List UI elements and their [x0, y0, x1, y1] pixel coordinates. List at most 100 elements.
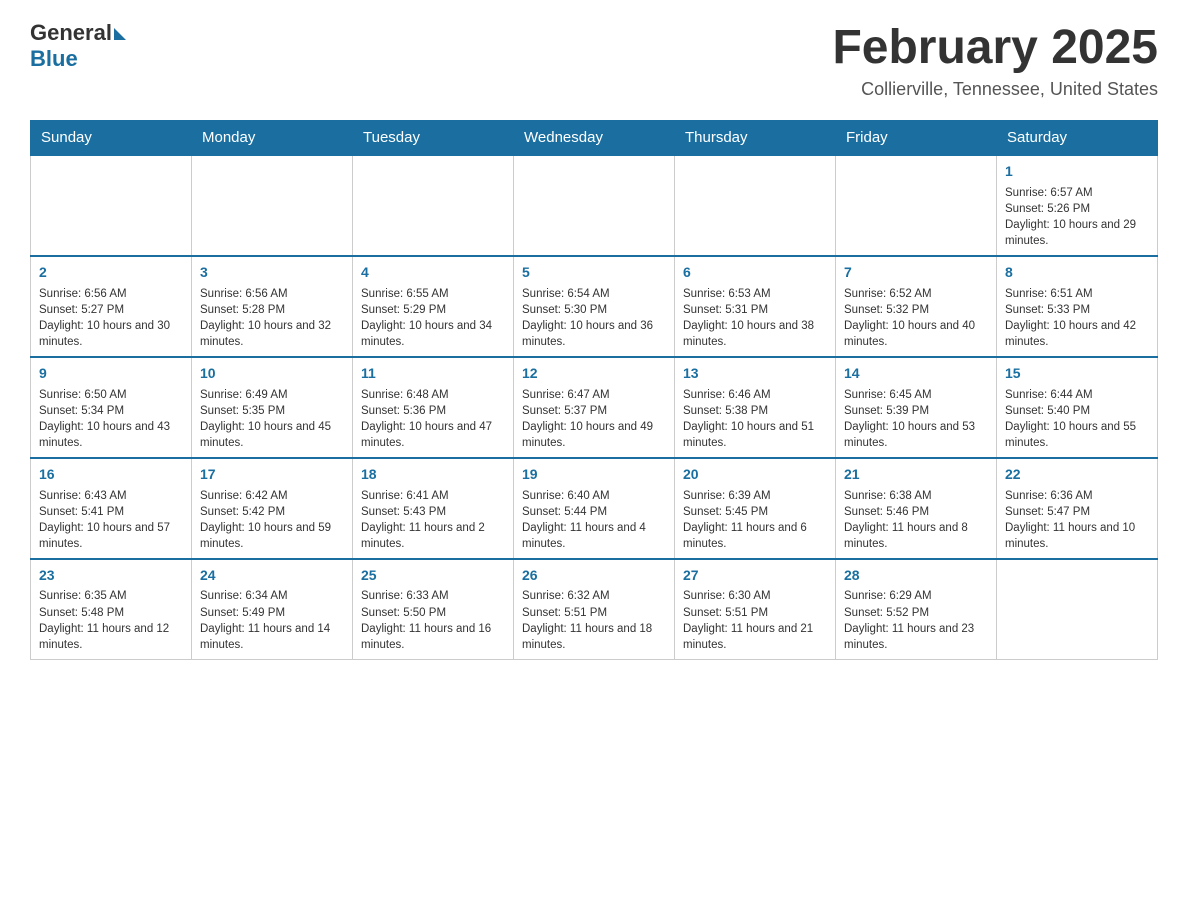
- day-info: Sunrise: 6:44 AMSunset: 5:40 PMDaylight:…: [1005, 387, 1149, 451]
- day-header-saturday: Saturday: [997, 121, 1158, 156]
- day-number: 20: [683, 465, 827, 485]
- day-info: Sunrise: 6:48 AMSunset: 5:36 PMDaylight:…: [361, 387, 505, 451]
- day-info: Sunrise: 6:40 AMSunset: 5:44 PMDaylight:…: [522, 488, 666, 552]
- day-number: 13: [683, 364, 827, 384]
- day-number: 27: [683, 566, 827, 586]
- calendar-cell: 14 Sunrise: 6:45 AMSunset: 5:39 PMDayligh…: [836, 357, 997, 458]
- day-info: Sunrise: 6:34 AMSunset: 5:49 PMDaylight:…: [200, 588, 344, 652]
- day-header-thursday: Thursday: [675, 121, 836, 156]
- page-header: General Blue February 2025 Collierville,…: [30, 20, 1158, 100]
- calendar-cell: 18 Sunrise: 6:41 AMSunset: 5:43 PMDayligh…: [353, 458, 514, 559]
- calendar-table: SundayMondayTuesdayWednesdayThursdayFrid…: [30, 120, 1158, 660]
- day-number: 1: [1005, 162, 1149, 182]
- calendar-subtitle: Collierville, Tennessee, United States: [832, 79, 1158, 100]
- week-row-3: 9 Sunrise: 6:50 AMSunset: 5:34 PMDaylight…: [31, 357, 1158, 458]
- calendar-cell: 22 Sunrise: 6:36 AMSunset: 5:47 PMDayligh…: [997, 458, 1158, 559]
- day-header-monday: Monday: [192, 121, 353, 156]
- calendar-cell: 6Sunrise: 6:53 AMSunset: 5:31 PMDaylight…: [675, 256, 836, 357]
- day-info: Sunrise: 6:52 AMSunset: 5:32 PMDaylight:…: [844, 286, 988, 350]
- calendar-cell: 17 Sunrise: 6:42 AMSunset: 5:42 PMDayligh…: [192, 458, 353, 559]
- day-info: Sunrise: 6:35 AMSunset: 5:48 PMDaylight:…: [39, 588, 183, 652]
- calendar-cell: [514, 155, 675, 256]
- day-info: Sunrise: 6:45 AMSunset: 5:39 PMDaylight:…: [844, 387, 988, 451]
- week-row-4: 16 Sunrise: 6:43 AMSunset: 5:41 PMDayligh…: [31, 458, 1158, 559]
- calendar-cell: 21Sunrise: 6:38 AMSunset: 5:46 PMDayligh…: [836, 458, 997, 559]
- day-number: 14: [844, 364, 988, 384]
- day-info: Sunrise: 6:33 AMSunset: 5:50 PMDaylight:…: [361, 588, 505, 652]
- day-number: 4: [361, 263, 505, 283]
- calendar-cell: 8 Sunrise: 6:51 AMSunset: 5:33 PMDaylight…: [997, 256, 1158, 357]
- day-number: 12: [522, 364, 666, 384]
- day-header-wednesday: Wednesday: [514, 121, 675, 156]
- calendar-cell: 19 Sunrise: 6:40 AMSunset: 5:44 PMDayligh…: [514, 458, 675, 559]
- day-info: Sunrise: 6:49 AMSunset: 5:35 PMDaylight:…: [200, 387, 344, 451]
- day-number: 28: [844, 566, 988, 586]
- calendar-cell: 20 Sunrise: 6:39 AMSunset: 5:45 PMDayligh…: [675, 458, 836, 559]
- calendar-cell: 3 Sunrise: 6:56 AMSunset: 5:28 PMDaylight…: [192, 256, 353, 357]
- day-number: 17: [200, 465, 344, 485]
- day-number: 5: [522, 263, 666, 283]
- title-block: February 2025 Collierville, Tennessee, U…: [832, 20, 1158, 100]
- day-info: Sunrise: 6:56 AMSunset: 5:28 PMDaylight:…: [200, 286, 344, 350]
- day-info: Sunrise: 6:36 AMSunset: 5:47 PMDaylight:…: [1005, 488, 1149, 552]
- calendar-title: February 2025: [832, 20, 1158, 75]
- day-number: 7: [844, 263, 988, 283]
- day-number: 26: [522, 566, 666, 586]
- day-info: Sunrise: 6:56 AMSunset: 5:27 PMDaylight:…: [39, 286, 183, 350]
- calendar-cell: [675, 155, 836, 256]
- calendar-cell: [997, 559, 1158, 659]
- day-info: Sunrise: 6:51 AMSunset: 5:33 PMDaylight:…: [1005, 286, 1149, 350]
- calendar-cell: 27Sunrise: 6:30 AMSunset: 5:51 PMDayligh…: [675, 559, 836, 659]
- day-number: 8: [1005, 263, 1149, 283]
- calendar-cell: 23Sunrise: 6:35 AMSunset: 5:48 PMDayligh…: [31, 559, 192, 659]
- calendar-cell: 15 Sunrise: 6:44 AMSunset: 5:40 PMDayligh…: [997, 357, 1158, 458]
- day-number: 23: [39, 566, 183, 586]
- day-number: 11: [361, 364, 505, 384]
- day-number: 9: [39, 364, 183, 384]
- calendar-cell: 24Sunrise: 6:34 AMSunset: 5:49 PMDayligh…: [192, 559, 353, 659]
- calendar-cell: [192, 155, 353, 256]
- day-info: Sunrise: 6:46 AMSunset: 5:38 PMDaylight:…: [683, 387, 827, 451]
- calendar-cell: 4 Sunrise: 6:55 AMSunset: 5:29 PMDaylight…: [353, 256, 514, 357]
- calendar-cell: 26Sunrise: 6:32 AMSunset: 5:51 PMDayligh…: [514, 559, 675, 659]
- day-info: Sunrise: 6:54 AMSunset: 5:30 PMDaylight:…: [522, 286, 666, 350]
- day-number: 10: [200, 364, 344, 384]
- day-info: Sunrise: 6:47 AMSunset: 5:37 PMDaylight:…: [522, 387, 666, 451]
- calendar-cell: 13 Sunrise: 6:46 AMSunset: 5:38 PMDayligh…: [675, 357, 836, 458]
- day-header-sunday: Sunday: [31, 121, 192, 156]
- day-number: 16: [39, 465, 183, 485]
- day-header-friday: Friday: [836, 121, 997, 156]
- week-row-2: 2 Sunrise: 6:56 AMSunset: 5:27 PMDaylight…: [31, 256, 1158, 357]
- calendar-cell: 12 Sunrise: 6:47 AMSunset: 5:37 PMDayligh…: [514, 357, 675, 458]
- day-info: Sunrise: 6:30 AMSunset: 5:51 PMDaylight:…: [683, 588, 827, 652]
- day-number: 3: [200, 263, 344, 283]
- calendar-cell: 10 Sunrise: 6:49 AMSunset: 5:35 PMDayligh…: [192, 357, 353, 458]
- day-info: Sunrise: 6:55 AMSunset: 5:29 PMDaylight:…: [361, 286, 505, 350]
- calendar-cell: 25Sunrise: 6:33 AMSunset: 5:50 PMDayligh…: [353, 559, 514, 659]
- day-info: Sunrise: 6:38 AMSunset: 5:46 PMDaylight:…: [844, 488, 988, 552]
- calendar-cell: 1 Sunrise: 6:57 AMSunset: 5:26 PMDaylight…: [997, 155, 1158, 256]
- day-number: 15: [1005, 364, 1149, 384]
- day-info: Sunrise: 6:29 AMSunset: 5:52 PMDaylight:…: [844, 588, 988, 652]
- day-info: Sunrise: 6:57 AMSunset: 5:26 PMDaylight:…: [1005, 185, 1149, 249]
- day-number: 25: [361, 566, 505, 586]
- day-info: Sunrise: 6:42 AMSunset: 5:42 PMDaylight:…: [200, 488, 344, 552]
- day-info: Sunrise: 6:43 AMSunset: 5:41 PMDaylight:…: [39, 488, 183, 552]
- day-info: Sunrise: 6:39 AMSunset: 5:45 PMDaylight:…: [683, 488, 827, 552]
- day-number: 2: [39, 263, 183, 283]
- day-info: Sunrise: 6:32 AMSunset: 5:51 PMDaylight:…: [522, 588, 666, 652]
- days-header-row: SundayMondayTuesdayWednesdayThursdayFrid…: [31, 121, 1158, 156]
- day-info: Sunrise: 6:41 AMSunset: 5:43 PMDaylight:…: [361, 488, 505, 552]
- logo-general-text: General: [30, 20, 112, 46]
- calendar-cell: 28Sunrise: 6:29 AMSunset: 5:52 PMDayligh…: [836, 559, 997, 659]
- calendar-cell: [31, 155, 192, 256]
- day-number: 19: [522, 465, 666, 485]
- day-info: Sunrise: 6:50 AMSunset: 5:34 PMDaylight:…: [39, 387, 183, 451]
- day-number: 18: [361, 465, 505, 485]
- calendar-cell: 7 Sunrise: 6:52 AMSunset: 5:32 PMDaylight…: [836, 256, 997, 357]
- logo: General Blue: [30, 20, 126, 72]
- calendar-cell: [353, 155, 514, 256]
- day-number: 22: [1005, 465, 1149, 485]
- logo-blue-text: Blue: [30, 46, 78, 71]
- day-header-tuesday: Tuesday: [353, 121, 514, 156]
